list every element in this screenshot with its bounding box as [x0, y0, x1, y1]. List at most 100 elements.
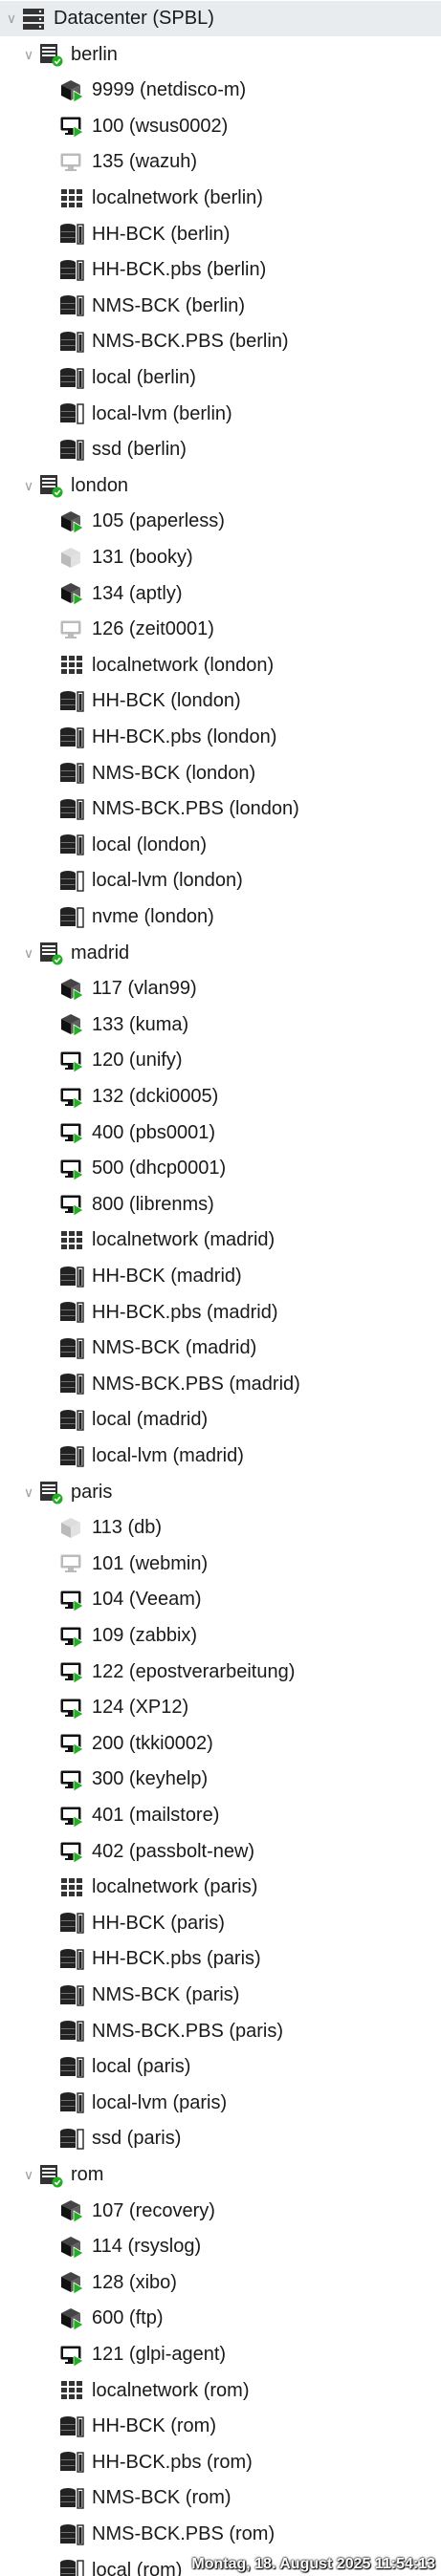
tree-item-local-lvm-london[interactable]: local-lvm (london): [0, 863, 441, 898]
tree-item-localnetwork-madrid[interactable]: localnetwork (madrid): [0, 1223, 441, 1258]
tree-item-localnetwork-paris[interactable]: localnetwork (paris): [0, 1870, 441, 1905]
tree-item-label: 134 (aptly): [92, 582, 183, 604]
tree-item-401-mailstore[interactable]: 401 (mailstore): [0, 1798, 441, 1833]
tree-item-label: HH-BCK.pbs (madrid): [92, 1301, 278, 1323]
tree-item-nms-bck-pbs-rom[interactable]: NMS-BCK.PBS (rom): [0, 2517, 441, 2552]
container-running-icon: [59, 509, 84, 534]
storage-icon: [59, 761, 84, 786]
tree-item-ssd-berlin[interactable]: ssd (berlin): [0, 432, 441, 467]
vm-running-icon: [59, 114, 84, 140]
tree-item-nms-bck-pbs-paris[interactable]: NMS-BCK.PBS (paris): [0, 2014, 441, 2049]
tree-item-402-passbolt-new[interactable]: 402 (passbolt-new): [0, 1834, 441, 1870]
tree-item-124-xp12[interactable]: 124 (XP12): [0, 1690, 441, 1725]
vm-running-icon: [59, 1839, 84, 1864]
tree-item-label: HH-BCK.pbs (berlin): [92, 259, 267, 281]
tree-item-200-tkki0002[interactable]: 200 (tkki0002): [0, 1726, 441, 1762]
storage-icon: [59, 438, 84, 463]
tree-item-100-wsus0002[interactable]: 100 (wsus0002): [0, 109, 441, 144]
tree-item-ssd-paris[interactable]: ssd (paris): [0, 2121, 441, 2156]
container-running-icon: [59, 1012, 84, 1038]
tree-item-800-librenms[interactable]: 800 (librenms): [0, 1187, 441, 1223]
tree-item-132-dcki0005[interactable]: 132 (dcki0005): [0, 1079, 441, 1115]
tree-item-local-lvm-madrid[interactable]: local-lvm (madrid): [0, 1439, 441, 1474]
tree-item-135-wazuh[interactable]: 135 (wazuh): [0, 144, 441, 180]
tree-item-label: NMS-BCK.PBS (paris): [92, 2020, 284, 2042]
tree-item-nms-bck-rom[interactable]: NMS-BCK (rom): [0, 2480, 441, 2516]
tree-item-400-pbs0001[interactable]: 400 (pbs0001): [0, 1115, 441, 1151]
tree-item-nvme-london[interactable]: nvme (london): [0, 899, 441, 935]
tree-item-300-keyhelp[interactable]: 300 (keyhelp): [0, 1762, 441, 1797]
tree-item-label: HH-BCK (paris): [92, 1912, 225, 1934]
tree-item-paris[interactable]: ∨ paris: [0, 1475, 441, 1510]
tree-item-104-veeam[interactable]: 104 (Veeam): [0, 1582, 441, 1617]
tree-item-hh-bck-paris[interactable]: HH-BCK (paris): [0, 1906, 441, 1941]
tree-item-nms-bck-pbs-madrid[interactable]: NMS-BCK.PBS (madrid): [0, 1367, 441, 1402]
tree-item-label: HH-BCK (london): [92, 690, 241, 712]
tree-item-datacenter-spbl[interactable]: ∨ Datacenter (SPBL): [0, 1, 441, 36]
tree-item-localnetwork-rom[interactable]: localnetwork (rom): [0, 2373, 441, 2409]
tree-item-local-berlin[interactable]: local (berlin): [0, 360, 441, 396]
network-icon: [59, 1875, 84, 1900]
tree-item-105-paperless[interactable]: 105 (paperless): [0, 504, 441, 539]
tree-item-hh-bck-pbs-paris[interactable]: HH-BCK.pbs (paris): [0, 1941, 441, 1977]
tree-item-107-recovery[interactable]: 107 (recovery): [0, 2194, 441, 2229]
tree-item-9999-netdisco-m[interactable]: 9999 (netdisco-m): [0, 73, 441, 108]
tree-item-101-webmin[interactable]: 101 (webmin): [0, 1547, 441, 1582]
chevron-down-icon[interactable]: ∨: [19, 1475, 38, 1510]
storage-icon: [59, 222, 84, 247]
chevron-down-icon[interactable]: ∨: [19, 468, 38, 504]
tree-item-local-lvm-paris[interactable]: local-lvm (paris): [0, 2086, 441, 2121]
tree-item-nms-bck-pbs-london[interactable]: NMS-BCK.PBS (london): [0, 791, 441, 827]
tree-item-133-kuma[interactable]: 133 (kuma): [0, 1007, 441, 1043]
tree-item-122-epostverarbeitung[interactable]: 122 (epostverarbeitung): [0, 1655, 441, 1690]
tree-item-131-booky[interactable]: 131 (booky): [0, 540, 441, 575]
tree-item-109-zabbix[interactable]: 109 (zabbix): [0, 1618, 441, 1654]
tree-item-126-zeit0001[interactable]: 126 (zeit0001): [0, 612, 441, 647]
tree-item-label: 105 (paperless): [92, 510, 225, 532]
tree-item-120-unify[interactable]: 120 (unify): [0, 1043, 441, 1078]
tree-item-hh-bck-pbs-rom[interactable]: HH-BCK.pbs (rom): [0, 2445, 441, 2480]
tree-item-localnetwork-london[interactable]: localnetwork (london): [0, 648, 441, 683]
tree-item-localnetwork-berlin[interactable]: localnetwork (berlin): [0, 181, 441, 216]
tree-item-128-xibo[interactable]: 128 (xibo): [0, 2265, 441, 2301]
tree-item-local-paris[interactable]: local (paris): [0, 2049, 441, 2085]
tree-item-hh-bck-berlin[interactable]: HH-BCK (berlin): [0, 217, 441, 252]
tree-item-121-glpi-agent[interactable]: 121 (glpi-agent): [0, 2337, 441, 2372]
container-running-icon: [59, 977, 84, 1002]
tree-item-label: localnetwork (madrid): [92, 1229, 276, 1251]
tree-item-hh-bck-london[interactable]: HH-BCK (london): [0, 683, 441, 719]
chevron-down-icon[interactable]: ∨: [19, 37, 38, 73]
chevron-down-icon[interactable]: ∨: [19, 2157, 38, 2193]
vm-running-icon: [59, 1767, 84, 1792]
chevron-down-icon[interactable]: ∨: [2, 1, 21, 36]
tree-item-local-london[interactable]: local (london): [0, 828, 441, 863]
tree-item-label: 401 (mailstore): [92, 1805, 220, 1826]
tree-item-114-rsyslog[interactable]: 114 (rsyslog): [0, 2229, 441, 2264]
tree-item-local-lvm-berlin[interactable]: local-lvm (berlin): [0, 397, 441, 432]
tree-item-600-ftp[interactable]: 600 (ftp): [0, 2301, 441, 2336]
tree-item-label: local-lvm (paris): [92, 2091, 228, 2113]
tree-item-nms-bck-paris[interactable]: NMS-BCK (paris): [0, 1978, 441, 2013]
tree-item-134-aptly[interactable]: 134 (aptly): [0, 576, 441, 612]
tree-item-117-vlan99[interactable]: 117 (vlan99): [0, 971, 441, 1007]
storage-icon: [59, 2558, 84, 2576]
tree-item-113-db[interactable]: 113 (db): [0, 1510, 441, 1546]
tree-item-nms-bck-madrid[interactable]: NMS-BCK (madrid): [0, 1331, 441, 1366]
tree-item-hh-bck-pbs-berlin[interactable]: HH-BCK.pbs (berlin): [0, 252, 441, 288]
tree-item-hh-bck-pbs-madrid[interactable]: HH-BCK.pbs (madrid): [0, 1295, 441, 1331]
tree-item-hh-bck-madrid[interactable]: HH-BCK (madrid): [0, 1259, 441, 1294]
tree-item-rom[interactable]: ∨ rom: [0, 2157, 441, 2193]
chevron-down-icon[interactable]: ∨: [19, 936, 38, 971]
tree-item-nms-bck-berlin[interactable]: NMS-BCK (berlin): [0, 289, 441, 324]
storage-icon: [59, 2450, 84, 2475]
tree-item-nms-bck-pbs-berlin[interactable]: NMS-BCK.PBS (berlin): [0, 324, 441, 359]
tree-item-hh-bck-pbs-london[interactable]: HH-BCK.pbs (london): [0, 720, 441, 755]
tree-item-nms-bck-london[interactable]: NMS-BCK (london): [0, 756, 441, 791]
tree-item-madrid[interactable]: ∨ madrid: [0, 936, 441, 971]
tree-item-hh-bck-rom[interactable]: HH-BCK (rom): [0, 2409, 441, 2444]
tree-item-berlin[interactable]: ∨ berlin: [0, 37, 441, 73]
tree-item-local-madrid[interactable]: local (madrid): [0, 1402, 441, 1438]
tree-item-london[interactable]: ∨ london: [0, 468, 441, 504]
tree-item-label: 101 (webmin): [92, 1552, 209, 1574]
tree-item-500-dhcp0001[interactable]: 500 (dhcp0001): [0, 1151, 441, 1186]
